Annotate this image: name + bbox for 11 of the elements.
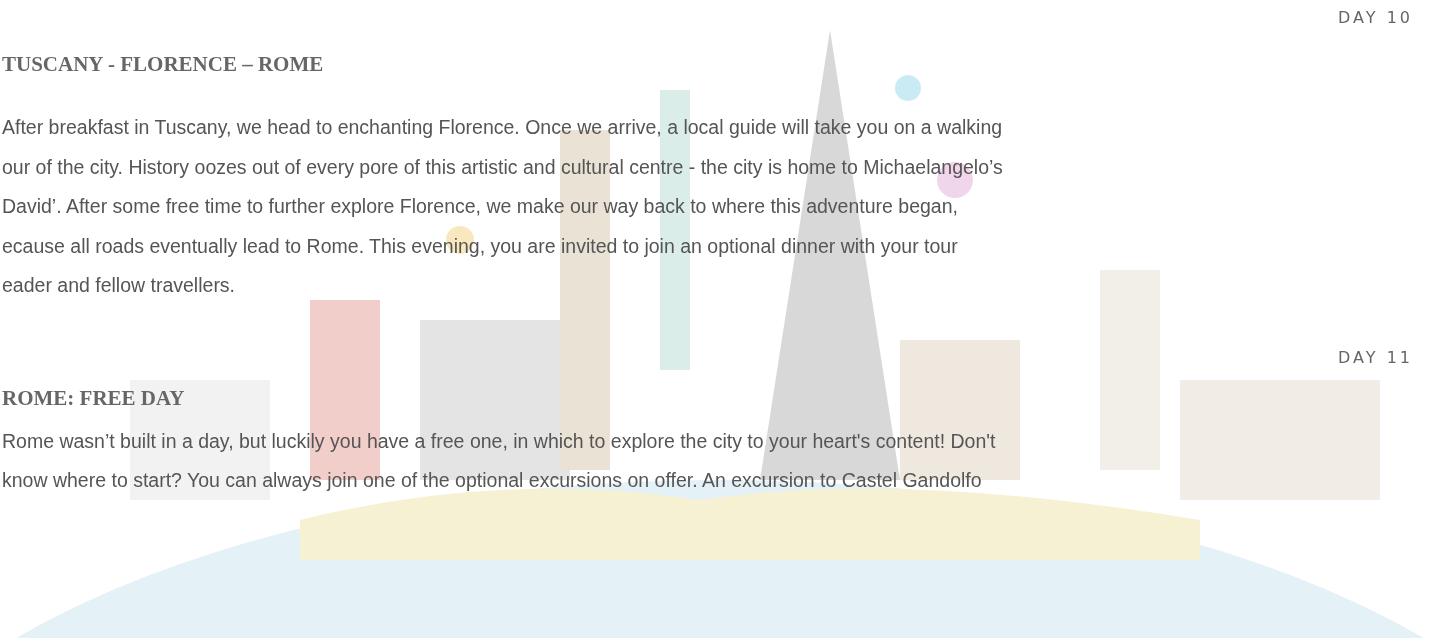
description-line: After breakfast in Tuscany, we head to enchanting Florence. Once we arrive, a local guide will take you on a walking (2, 115, 1004, 140)
description-line: Rome wasn’t built in a day, but luckily you have a free one, in which to explore the city to your heart's content! Don't (2, 428, 997, 454)
description-line: David’. After some free time to further explore Florence, we make our way back to where this adventure began, (2, 194, 959, 219)
description-line: know where to start? You can always join one of the optional excursions on offer. An excursion to Castel Gandolfo (2, 468, 983, 493)
day-label: DAY 11 (1338, 346, 1413, 369)
description-line: eader and fellow travellers. (2, 273, 237, 298)
description-line: ecause all roads eventually lead to Rome. This evening, you are invited to join an optional dinner with your tour (2, 233, 959, 259)
day-title: ROME: FREE DAY (2, 384, 186, 412)
day-label: DAY 10 (1338, 7, 1413, 29)
description-line: our of the city. History oozes out of every pore of this artistic and cultural centre - the city is home to Michaelangelo’s (2, 154, 1004, 180)
day-title: TUSCANY - FLORENCE – ROME (2, 51, 325, 78)
